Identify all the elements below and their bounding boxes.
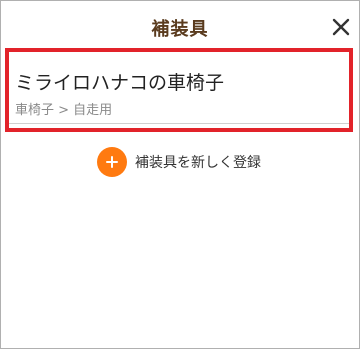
page-title: 補装具	[151, 19, 209, 40]
plus-circle-icon	[97, 147, 127, 177]
header: 補装具	[1, 1, 359, 49]
device-category: 車椅子 > 自走用	[15, 103, 113, 118]
divider	[9, 123, 349, 124]
close-icon	[332, 18, 350, 36]
modal-window: 補装具 ミライロハナコの車椅子 車椅子 > 自走用 補装具を新しく登録	[0, 0, 360, 349]
add-device-button[interactable]: 補装具を新しく登録	[97, 146, 261, 178]
device-name: ミライロハナコの車椅子	[15, 72, 225, 94]
add-device-label: 補装具を新しく登録	[135, 155, 261, 171]
close-button[interactable]	[329, 15, 353, 39]
assistive-device-card[interactable]: ミライロハナコの車椅子 車椅子 > 自走用	[5, 48, 353, 132]
